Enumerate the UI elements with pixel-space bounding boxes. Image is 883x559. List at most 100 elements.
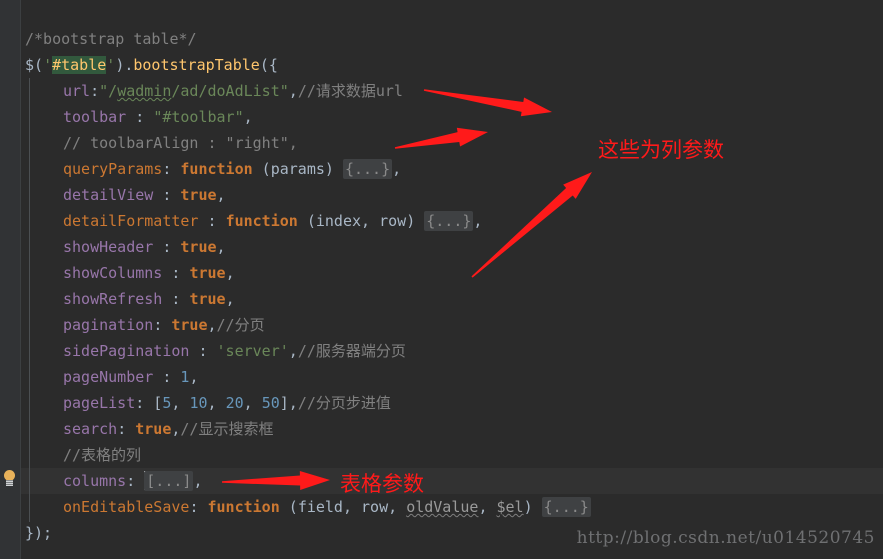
- lightbulb-icon[interactable]: [2, 470, 18, 487]
- code-token: ,: [388, 498, 407, 516]
- code-line[interactable]: queryParams: function (params) {...},: [63, 156, 401, 182]
- code-token: ): [406, 212, 425, 230]
- code-line[interactable]: // toolbarAlign : "right",: [63, 130, 298, 156]
- code-token: toolbar: [63, 108, 127, 126]
- code-token: index: [315, 212, 362, 230]
- code-token: ,: [361, 212, 380, 230]
- code-token: pagination: [63, 316, 154, 334]
- code-token: ,: [207, 394, 226, 412]
- code-token: onEditableSave: [63, 498, 190, 516]
- code-token: ,: [216, 186, 226, 204]
- code-token: ],: [279, 394, 298, 412]
- code-token: ,: [193, 472, 203, 490]
- code-token: [...]: [144, 471, 194, 491]
- code-token: :: [153, 238, 181, 256]
- code-token: ,: [478, 498, 497, 516]
- code-token: (: [252, 160, 271, 178]
- code-token: ,: [207, 316, 217, 334]
- code-line[interactable]: detailView : true,: [63, 182, 226, 208]
- code-token: detailFormatter: [63, 212, 199, 230]
- code-token: showColumns: [63, 264, 163, 282]
- code-line[interactable]: //表格的列: [63, 442, 141, 468]
- code-token: {...}: [541, 497, 591, 517]
- code-token: sidePagination: [63, 342, 190, 360]
- code-line[interactable]: /*bootstrap table*/: [25, 26, 197, 52]
- code-token: // toolbarAlign : "right",: [63, 134, 298, 152]
- code-token: params: [270, 160, 325, 178]
- code-line[interactable]: toolbar : "#toolbar",: [63, 104, 253, 130]
- code-token: true: [171, 316, 208, 334]
- code-line[interactable]: url:"/wadmin/ad/doAdList",//请求数据url: [63, 78, 403, 104]
- code-token: 10: [189, 394, 208, 412]
- code-token: //服务器端分页: [297, 342, 406, 360]
- code-line[interactable]: onEditableSave: function (field, row, ol…: [63, 494, 591, 520]
- code-token: //请求数据url: [297, 82, 403, 100]
- code-token: ,: [225, 264, 235, 282]
- code-token: queryParams: [63, 160, 163, 178]
- code-token: ): [324, 160, 343, 178]
- code-token: ,: [243, 394, 262, 412]
- code-token: /*bootstrap table*/: [25, 30, 197, 48]
- code-token: row: [379, 212, 407, 230]
- code-token: ): [523, 498, 542, 516]
- code-line[interactable]: });: [25, 520, 52, 546]
- column-params-label: 这些为列参数: [598, 138, 724, 162]
- code-token: 'server': [216, 342, 289, 360]
- code-token: ,: [216, 238, 226, 256]
- code-token: ,: [189, 368, 199, 386]
- watermark-url: http://blog.csdn.net/u014520745: [576, 528, 875, 548]
- code-token: ,: [288, 82, 298, 100]
- code-token: $el: [496, 498, 524, 516]
- code-token: //表格的列: [63, 446, 142, 464]
- code-token: :: [198, 212, 226, 230]
- code-token: //分页: [216, 316, 265, 334]
- code-line[interactable]: $('#table').bootstrapTable({: [25, 52, 278, 78]
- code-token: true: [135, 420, 172, 438]
- code-token: ': [106, 56, 116, 74]
- code-line[interactable]: columns: [...],: [63, 468, 202, 494]
- code-text-area[interactable]: /*bootstrap table*/$('#table').bootstrap…: [21, 0, 883, 559]
- code-token: :: [153, 368, 181, 386]
- table-params-label: 表格参数: [340, 472, 424, 496]
- code-line[interactable]: pageList: [5, 10, 20, 50],//分页步进值: [63, 390, 391, 416]
- code-token: });: [25, 524, 53, 542]
- code-token: //显示搜索框: [180, 420, 274, 438]
- code-token: :: [126, 472, 145, 490]
- code-token: function: [225, 212, 298, 230]
- code-line[interactable]: showColumns : true,: [63, 260, 235, 286]
- code-line[interactable]: showHeader : true,: [63, 234, 226, 260]
- code-token: true: [180, 186, 217, 204]
- code-token: ,: [171, 394, 190, 412]
- code-line[interactable]: detailFormatter : function (index, row) …: [63, 208, 482, 234]
- code-token: {...}: [342, 159, 393, 179]
- code-token: /ad/doAdList": [171, 82, 289, 100]
- code-token: search: [63, 420, 118, 438]
- code-token: : [: [135, 394, 163, 412]
- code-line[interactable]: search: true,//显示搜索框: [63, 416, 273, 442]
- code-editor-screenshot: /*bootstrap table*/$('#table').bootstrap…: [0, 0, 883, 559]
- code-token: :: [153, 186, 181, 204]
- code-token: true: [180, 238, 217, 256]
- code-token: //分页步进值: [297, 394, 391, 412]
- code-token: oldValue: [406, 498, 479, 516]
- code-token: :: [90, 82, 100, 100]
- code-token: true: [189, 290, 226, 308]
- code-line[interactable]: sidePagination : 'server',//服务器端分页: [63, 338, 406, 364]
- code-line[interactable]: pagination: true,//分页: [63, 312, 265, 338]
- code-token: :: [126, 108, 154, 126]
- code-token: function: [207, 498, 280, 516]
- code-token: ({: [259, 56, 278, 74]
- code-line[interactable]: pageNumber : 1,: [63, 364, 198, 390]
- code-token: detailView: [63, 186, 154, 204]
- code-token: $(: [25, 56, 44, 74]
- code-line[interactable]: showRefresh : true,: [63, 286, 235, 312]
- code-token: :: [162, 264, 190, 282]
- code-token: row: [361, 498, 389, 516]
- code-token: ,: [225, 290, 235, 308]
- code-token: showHeader: [63, 238, 154, 256]
- code-token: field: [297, 498, 343, 516]
- code-token: ).: [115, 56, 134, 74]
- code-token: ,: [342, 498, 362, 516]
- code-token: pageNumber: [63, 368, 154, 386]
- code-token: wadmin: [117, 82, 172, 100]
